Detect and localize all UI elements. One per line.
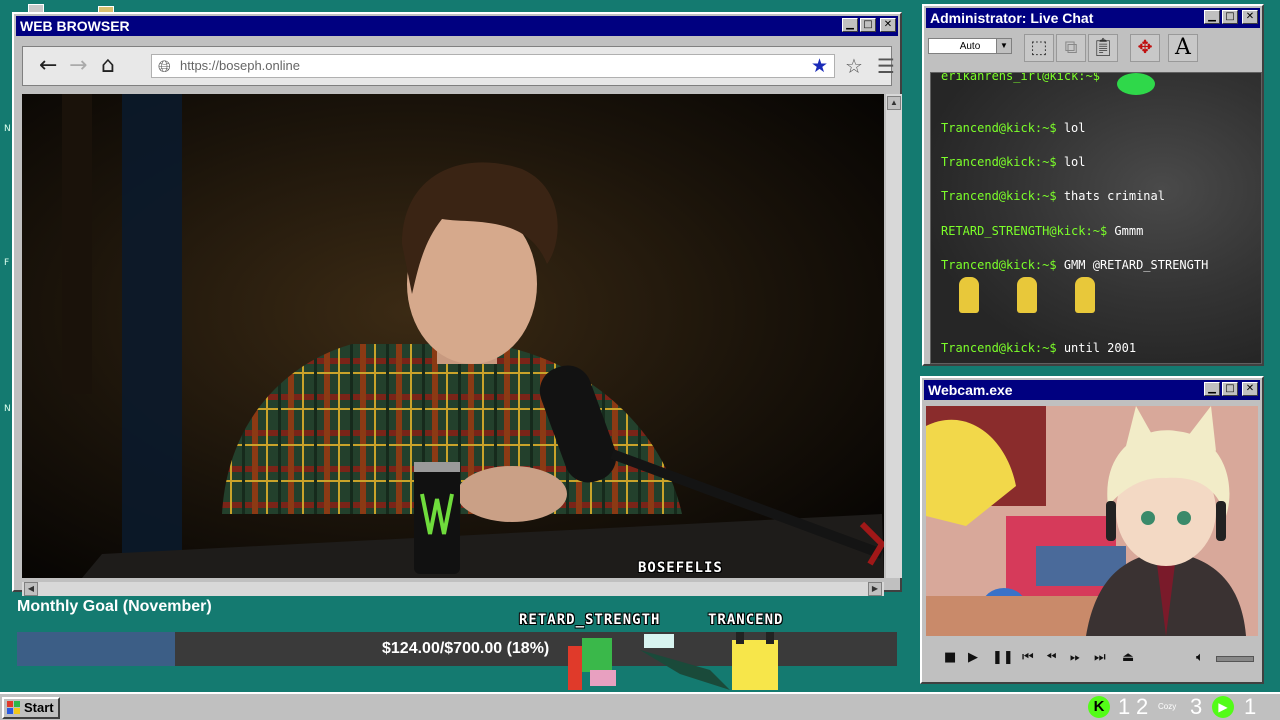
- minimize-button[interactable]: ▁: [1204, 10, 1220, 24]
- eject-icon[interactable]: ⏏︎: [1122, 650, 1134, 665]
- goal-progress-fill: [17, 632, 176, 666]
- chat-message: RETARD_STRENGTH@kick:~$ Gmmm: [941, 224, 1144, 238]
- rewind-icon[interactable]: ⏪︎: [1046, 650, 1056, 665]
- stream-watermark: BOSEFELIS: [638, 560, 723, 576]
- desktop-icon-label-fragment: N: [4, 404, 11, 414]
- chat-message: Trancend@kick:~$ thats criminal: [941, 189, 1165, 203]
- kick-icon[interactable]: K: [1088, 696, 1110, 718]
- chat-message: Trancend@kick:~$ GMM @RETARD_STRENGTH: [941, 258, 1209, 272]
- stream-video: [22, 94, 884, 578]
- skip-previous-icon[interactable]: ⏮︎: [1022, 650, 1034, 665]
- goal-amount: $124.00/$700.00 (18%): [382, 640, 550, 657]
- copy-icon[interactable]: ⧉: [1056, 34, 1086, 62]
- chat-partial-text: erikahrens_irl@kick:~$: [941, 72, 1100, 83]
- goal-title: Monthly Goal (November): [17, 598, 212, 615]
- character-name-right: TRANCEND: [708, 612, 784, 628]
- desktop-icon-label-fragment: N: [4, 124, 11, 134]
- address-bar[interactable]: 🌐︎ https://boseph.online ★: [151, 54, 835, 78]
- scroll-left-arrow[interactable]: ◀: [24, 582, 38, 596]
- chat-message: Trancend@kick:~$ lol: [941, 121, 1086, 135]
- chat-log[interactable]: erikahrens_irl@kick:~$ Trancend@kick:~$ …: [930, 72, 1262, 364]
- menu-icon[interactable]: ☰: [877, 53, 895, 79]
- taskbar: Start K 1 2 Cozy 3 ▶ 1: [0, 692, 1280, 720]
- chat-message: Trancend@kick:~$ lol: [941, 155, 1086, 169]
- pause-icon[interactable]: ❚❚: [992, 650, 1014, 665]
- font-size-select[interactable]: Auto ▼: [928, 38, 1012, 54]
- emote-icon: [959, 277, 979, 313]
- minimize-button[interactable]: ▁: [1204, 382, 1220, 396]
- volume-slider[interactable]: [1216, 656, 1254, 662]
- chat-title: Administrator: Live Chat: [930, 10, 1094, 26]
- chevron-down-icon[interactable]: ▼: [996, 39, 1011, 53]
- play-circle-icon[interactable]: ▶: [1212, 696, 1234, 718]
- skip-next-icon[interactable]: ⏭︎: [1094, 650, 1106, 665]
- pixel-characters: [568, 632, 778, 690]
- chat-message-partial: erikahrens_irl@kick:~$: [941, 72, 1100, 83]
- home-icon[interactable]: ⌂: [101, 53, 115, 79]
- minimize-button[interactable]: ▁: [842, 18, 858, 32]
- fast-forward-icon[interactable]: ⏩︎: [1070, 650, 1080, 665]
- start-button[interactable]: Start: [2, 697, 60, 719]
- webcam-window: Webcam.exe ▁ □ ✕ ■ ▶ ❚❚ ⏮︎ ⏪︎ ⏩︎ ⏭︎ ⏏︎ 🔈…: [920, 376, 1264, 684]
- chat-toolbar: Auto ▼ ⬚ ⧉ 📋︎ ✥ A: [928, 32, 1258, 64]
- close-button[interactable]: ✕: [1242, 10, 1258, 24]
- tray-count: 1: [1118, 694, 1131, 719]
- back-arrow-icon[interactable]: ←: [39, 53, 57, 79]
- maximize-button[interactable]: □: [1222, 382, 1238, 396]
- webcam-titlebar[interactable]: Webcam.exe ▁ □ ✕: [924, 380, 1260, 400]
- webcam-view: [926, 406, 1258, 636]
- emote-icon: [1075, 277, 1095, 313]
- chat-message: Trancend@kick:~$ until 2001: [941, 341, 1137, 355]
- browser-toolbar: ← → ⌂ 🌐︎ https://boseph.online ★ ☆ ☰: [22, 46, 895, 86]
- font-tool-icon[interactable]: A: [1168, 34, 1198, 62]
- chat-titlebar[interactable]: Administrator: Live Chat ▁ □ ✕: [926, 8, 1260, 28]
- browser-titlebar[interactable]: WEB BROWSER ▁ □ ✕: [16, 16, 898, 36]
- browser-title: WEB BROWSER: [20, 18, 130, 34]
- media-controls: ■ ▶ ❚❚ ⏮︎ ⏪︎ ⏩︎ ⏭︎ ⏏︎ 🔈︎: [926, 640, 1258, 676]
- browser-window: WEB BROWSER ▁ □ ✕ ← → ⌂ 🌐︎ https://bosep…: [12, 12, 902, 596]
- scroll-up-arrow[interactable]: ▲: [887, 96, 901, 110]
- font-size-select-value: Auto: [959, 41, 981, 52]
- volume-icon[interactable]: 🔈︎: [1196, 650, 1204, 665]
- desktop-icon-label-fragment: F: [4, 258, 10, 268]
- webcam-title: Webcam.exe: [928, 382, 1013, 398]
- maximize-button[interactable]: □: [1222, 10, 1238, 24]
- vertical-scrollbar[interactable]: ▲: [886, 94, 902, 578]
- chat-window: Administrator: Live Chat ▁ □ ✕ Auto ▼ ⬚ …: [922, 4, 1264, 366]
- close-button[interactable]: ✕: [1242, 382, 1258, 396]
- horizontal-scrollbar[interactable]: ◀ ▶: [22, 582, 884, 596]
- bookmark-star-icon[interactable]: ★: [811, 55, 828, 77]
- windows-logo-icon: [7, 701, 20, 714]
- stop-icon[interactable]: ■: [944, 650, 956, 665]
- play-icon[interactable]: ▶: [968, 650, 978, 665]
- tray-label: Cozy: [1158, 702, 1177, 711]
- vtuber-avatar-image: [926, 406, 1258, 636]
- tray-count: 3: [1190, 694, 1203, 719]
- select-region-icon[interactable]: ⬚: [1024, 34, 1054, 62]
- favorites-star-icon[interactable]: ☆: [845, 53, 863, 79]
- start-label: Start: [24, 700, 54, 715]
- emote-icon: [1017, 277, 1037, 313]
- tray-count: 2: [1136, 694, 1149, 719]
- move-icon[interactable]: ✥: [1130, 34, 1160, 62]
- close-button[interactable]: ✕: [880, 18, 896, 32]
- emote-icon: [1117, 73, 1155, 95]
- paste-icon[interactable]: 📋︎: [1088, 34, 1118, 62]
- globe-icon: 🌐︎: [158, 57, 171, 76]
- chat-background: [931, 73, 1261, 363]
- address-url[interactable]: https://boseph.online: [180, 58, 300, 73]
- forward-arrow-icon[interactable]: →: [69, 53, 87, 79]
- scroll-right-arrow[interactable]: ▶: [868, 582, 882, 596]
- tray-count: 1: [1244, 694, 1257, 719]
- maximize-button[interactable]: □: [860, 18, 876, 32]
- character-name-left: RETARD_STRENGTH: [519, 612, 661, 628]
- video-viewport[interactable]: [22, 94, 884, 578]
